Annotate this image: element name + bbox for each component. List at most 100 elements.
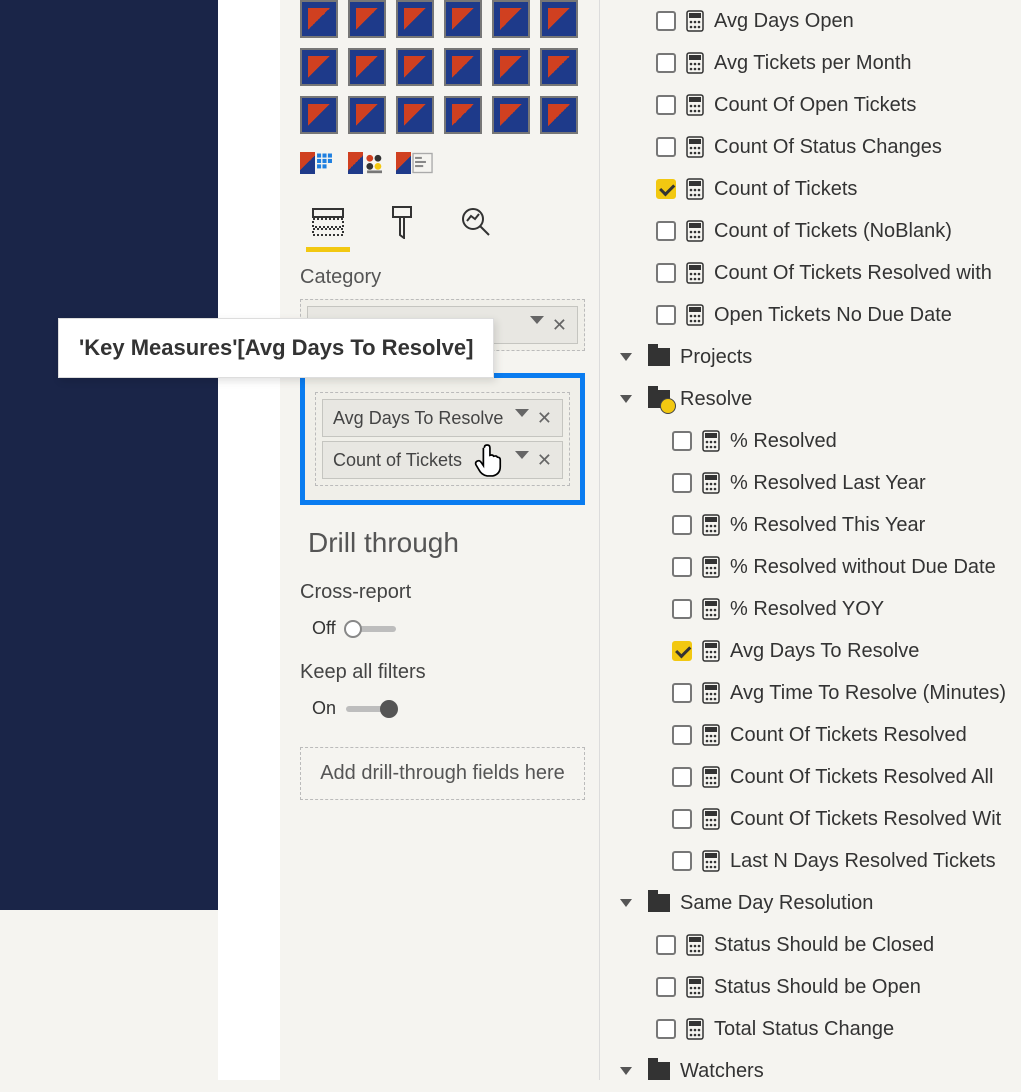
field-checkbox[interactable] — [672, 725, 692, 745]
field-checkbox[interactable] — [672, 767, 692, 787]
field-checkbox[interactable] — [672, 809, 692, 829]
field-table-projects[interactable]: Projects — [600, 336, 1021, 378]
viz-type-icon[interactable] — [348, 48, 386, 86]
viz-type-icon[interactable] — [540, 0, 578, 38]
field-checkbox[interactable] — [656, 263, 676, 283]
remove-icon[interactable]: ✕ — [552, 316, 567, 334]
viz-type-icon[interactable] — [444, 96, 482, 134]
measure-icon — [686, 262, 704, 284]
field-item[interactable]: % Resolved Last Year — [600, 462, 1021, 504]
measure-icon — [686, 136, 704, 158]
field-checkbox[interactable] — [656, 53, 676, 73]
chevron-down-icon[interactable] — [530, 316, 544, 324]
field-item[interactable]: Count of Tickets (NoBlank) — [600, 210, 1021, 252]
viz-type-icon[interactable] — [492, 48, 530, 86]
values-field-well[interactable]: Avg Days To Resolve ✕ Count of Tickets ✕ — [315, 392, 570, 486]
field-table-watchers[interactable]: Watchers — [600, 1050, 1021, 1092]
field-item[interactable]: Status Should be Open — [600, 966, 1021, 1008]
drill-through-fields-well[interactable]: Add drill-through fields here — [300, 747, 585, 800]
measure-icon — [702, 724, 720, 746]
field-checkbox[interactable] — [656, 179, 676, 199]
viz-type-icon[interactable] — [540, 48, 578, 86]
field-item[interactable]: Avg Days To Resolve — [600, 630, 1021, 672]
tab-analytics[interactable] — [454, 200, 498, 244]
field-item[interactable]: Avg Days Open — [600, 0, 1021, 42]
field-checkbox[interactable] — [656, 11, 676, 31]
field-checkbox[interactable] — [672, 599, 692, 619]
field-checkbox[interactable] — [656, 977, 676, 997]
field-checkbox[interactable] — [656, 137, 676, 157]
field-item[interactable]: Total Status Change — [600, 1008, 1021, 1050]
field-item[interactable]: Count Of Tickets Resolved All — [600, 756, 1021, 798]
keep-all-filters-toggle[interactable]: On — [300, 698, 585, 719]
field-item[interactable]: Count Of Tickets Resolved — [600, 714, 1021, 756]
field-item[interactable]: % Resolved YOY — [600, 588, 1021, 630]
cross-report-toggle[interactable]: Off — [300, 618, 585, 639]
tab-fields[interactable] — [306, 200, 350, 244]
viz-type-icon[interactable] — [492, 96, 530, 134]
field-checkbox[interactable] — [656, 95, 676, 115]
viz-type-icon[interactable] — [300, 144, 338, 182]
field-item[interactable]: Status Should be Closed — [600, 924, 1021, 966]
field-item[interactable]: Avg Time To Resolve (Minutes) — [600, 672, 1021, 714]
field-item[interactable]: % Resolved — [600, 420, 1021, 462]
viz-type-icon[interactable] — [300, 0, 338, 38]
viz-tabs — [300, 200, 585, 244]
values-field-pill-1[interactable]: Avg Days To Resolve ✕ — [322, 399, 563, 437]
field-item[interactable]: Last N Days Resolved Tickets — [600, 840, 1021, 882]
remove-icon[interactable]: ✕ — [537, 451, 552, 469]
viz-type-icon[interactable] — [300, 48, 338, 86]
field-checkbox[interactable] — [672, 557, 692, 577]
field-table-resolve[interactable]: Resolve — [600, 378, 1021, 420]
field-checkbox[interactable] — [672, 473, 692, 493]
remove-icon[interactable]: ✕ — [537, 409, 552, 427]
field-label: Avg Tickets per Month — [714, 52, 912, 75]
field-item[interactable]: % Resolved without Due Date — [600, 546, 1021, 588]
values-field-pill-2[interactable]: Count of Tickets ✕ — [322, 441, 563, 479]
viz-type-icon[interactable] — [492, 0, 530, 38]
report-canvas-dark — [0, 0, 218, 910]
field-item[interactable]: Count Of Tickets Resolved with — [600, 252, 1021, 294]
values-field-1-text: Avg Days To Resolve — [333, 408, 503, 429]
field-item[interactable]: Count Of Tickets Resolved Wit — [600, 798, 1021, 840]
field-item[interactable]: Count Of Open Tickets — [600, 84, 1021, 126]
field-checkbox[interactable] — [656, 1019, 676, 1039]
field-item[interactable]: Count Of Status Changes — [600, 126, 1021, 168]
viz-type-icon[interactable] — [396, 0, 434, 38]
field-table-same-day[interactable]: Same Day Resolution — [600, 882, 1021, 924]
field-checkbox[interactable] — [656, 221, 676, 241]
field-item[interactable]: Avg Tickets per Month — [600, 42, 1021, 84]
chevron-down-icon[interactable] — [515, 451, 529, 459]
viz-type-icon[interactable] — [348, 0, 386, 38]
tab-format[interactable] — [380, 200, 424, 244]
chevron-down-icon[interactable] — [515, 409, 529, 417]
viz-type-icon[interactable] — [396, 48, 434, 86]
field-checkbox[interactable] — [656, 935, 676, 955]
field-checkbox[interactable] — [672, 851, 692, 871]
field-checkbox[interactable] — [656, 305, 676, 325]
values-highlight: Avg Days To Resolve ✕ Count of Tickets ✕ — [300, 373, 585, 505]
viz-type-icon[interactable] — [396, 96, 434, 134]
viz-type-icon[interactable] — [300, 96, 338, 134]
field-checkbox[interactable] — [672, 515, 692, 535]
field-checkbox[interactable] — [672, 641, 692, 661]
field-checkbox[interactable] — [672, 431, 692, 451]
field-label: Count Of Tickets Resolved All — [730, 766, 993, 789]
field-item[interactable]: Count of Tickets — [600, 168, 1021, 210]
viz-type-icon[interactable] — [348, 144, 386, 182]
field-label: % Resolved This Year — [730, 514, 925, 537]
field-item[interactable]: % Resolved This Year — [600, 504, 1021, 546]
viz-type-icon[interactable] — [444, 48, 482, 86]
field-item[interactable]: Open Tickets No Due Date — [600, 294, 1021, 336]
field-label: Status Should be Closed — [714, 934, 934, 957]
field-label: % Resolved — [730, 430, 837, 453]
field-label: Avg Time To Resolve (Minutes) — [730, 682, 1006, 705]
viz-type-icon[interactable] — [444, 0, 482, 38]
viz-type-icon[interactable] — [540, 96, 578, 134]
table-label: Same Day Resolution — [680, 892, 873, 915]
viz-type-icon[interactable] — [396, 144, 434, 182]
field-checkbox[interactable] — [672, 683, 692, 703]
measure-icon — [702, 640, 720, 662]
field-label: Count Of Tickets Resolved Wit — [730, 808, 1001, 831]
viz-type-icon[interactable] — [348, 96, 386, 134]
